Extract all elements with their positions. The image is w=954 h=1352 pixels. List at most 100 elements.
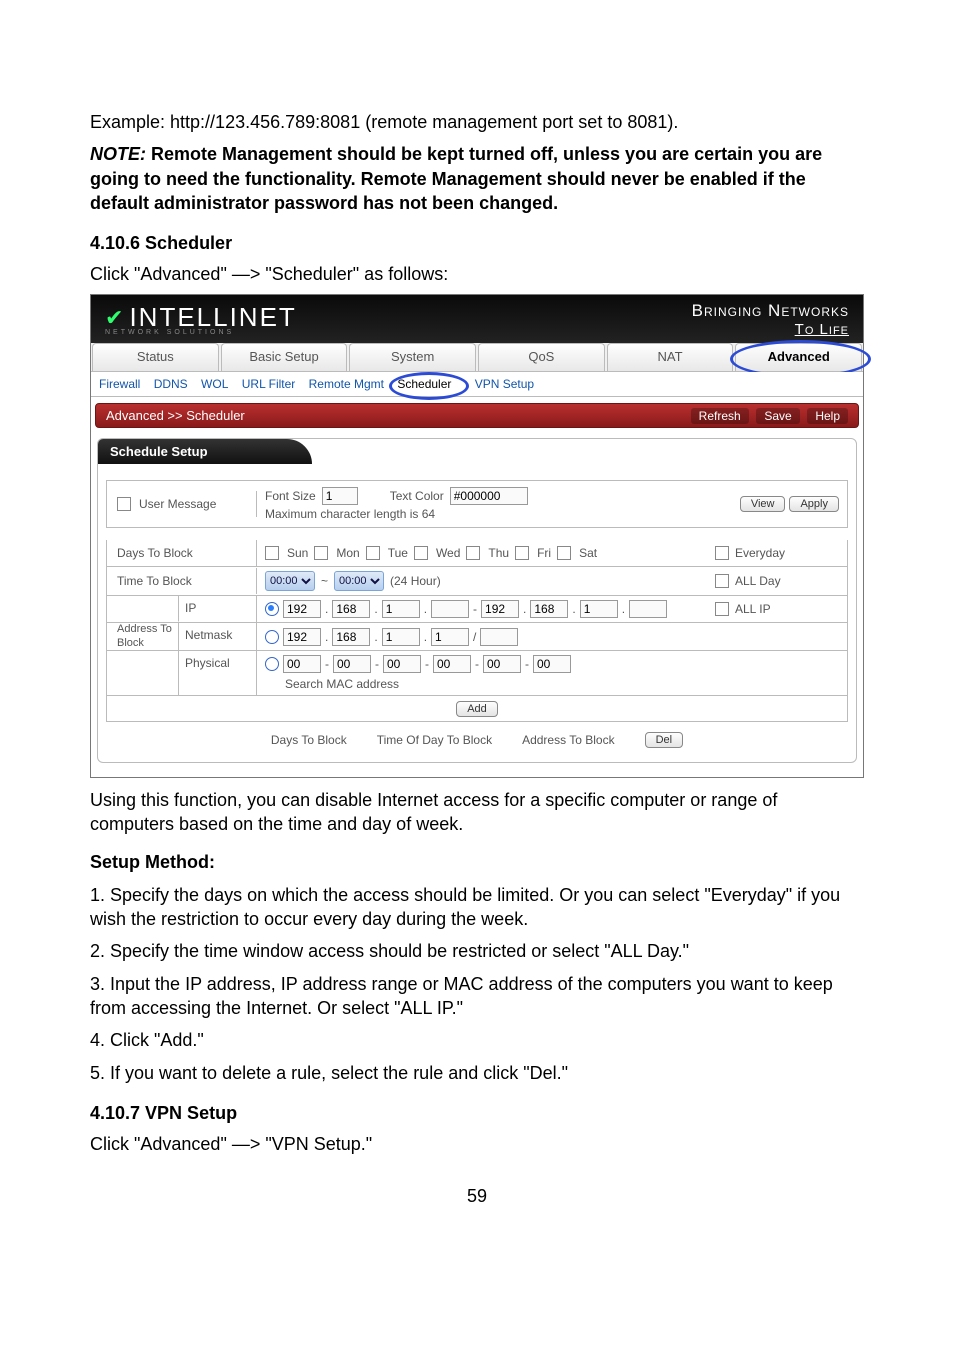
day-mon-cb[interactable]: [314, 546, 328, 560]
subnav-firewall[interactable]: Firewall: [99, 377, 140, 391]
subnav-remote-mgmt[interactable]: Remote Mgmt: [309, 377, 384, 391]
breadcrumb-bar: Advanced >> Scheduler Refresh Save Help: [95, 403, 859, 428]
subnav-vpn-setup[interactable]: VPN Setup: [475, 377, 534, 391]
example-line: Example: http://123.456.789:8081 (remote…: [90, 110, 864, 134]
tab-advanced[interactable]: Advanced: [735, 343, 862, 371]
col-time: Time Of Day To Block: [377, 733, 492, 747]
day-sun: Sun: [287, 546, 308, 560]
ip-b1[interactable]: [481, 600, 519, 618]
note-body: Remote Management should be kept turned …: [90, 144, 822, 213]
ip-b4[interactable]: [629, 600, 667, 618]
note-prefix: NOTE:: [90, 144, 146, 164]
note-line: NOTE: Remote Management should be kept t…: [90, 142, 864, 215]
ip-a2[interactable]: [332, 600, 370, 618]
step-5: 5. If you want to delete a rule, select …: [90, 1061, 864, 1085]
step-2: 2. Specify the time window access should…: [90, 939, 864, 963]
everyday-cb[interactable]: [715, 546, 729, 560]
day-wed-cb[interactable]: [414, 546, 428, 560]
day-thu: Thu: [488, 546, 509, 560]
col-address: Address To Block: [522, 733, 615, 747]
tab-system[interactable]: System: [349, 343, 476, 371]
day-mon: Mon: [336, 546, 359, 560]
ip-b3[interactable]: [580, 600, 618, 618]
tagline-bottom: To Life: [692, 321, 849, 338]
day-tue-cb[interactable]: [366, 546, 380, 560]
mac-3[interactable]: [383, 655, 421, 673]
view-button[interactable]: View: [740, 496, 786, 512]
mac-1[interactable]: [283, 655, 321, 673]
page-number: 59: [90, 1186, 864, 1207]
rule-list-header: Days To Block Time Of Day To Block Addre…: [106, 722, 848, 752]
time-from-select[interactable]: 00:00: [265, 571, 315, 591]
allip-label: ALL IP: [735, 602, 771, 616]
scheduler-heading: 4.10.6 Scheduler: [90, 233, 864, 254]
user-message-row: User Message Font Size Text Color Maximu…: [106, 480, 848, 528]
mac-5[interactable]: [483, 655, 521, 673]
day-tue: Tue: [388, 546, 408, 560]
help-button[interactable]: Help: [807, 408, 848, 424]
everyday-label: Everyday: [735, 546, 785, 560]
subnav-scheduler[interactable]: Scheduler: [397, 377, 461, 391]
netmask-radio[interactable]: [265, 630, 279, 644]
ip-a3[interactable]: [382, 600, 420, 618]
setup-method-heading: Setup Method:: [90, 850, 864, 874]
scheduler-lead: Click "Advanced" —> "Scheduler" as follo…: [90, 262, 864, 286]
tab-basic-setup[interactable]: Basic Setup: [221, 343, 348, 371]
day-sat-cb[interactable]: [557, 546, 571, 560]
ip-radio[interactable]: [265, 602, 279, 616]
del-button[interactable]: Del: [645, 732, 684, 748]
step-1: 1. Specify the days on which the access …: [90, 883, 864, 932]
add-button[interactable]: Add: [456, 701, 498, 717]
day-sat: Sat: [579, 546, 597, 560]
nm-2[interactable]: [332, 628, 370, 646]
subnav-ddns[interactable]: DDNS: [154, 377, 188, 391]
sub-nav: Firewall DDNS WOL URL Filter Remote Mgmt…: [91, 372, 863, 397]
ip-a1[interactable]: [283, 600, 321, 618]
shot-header: ✔ INTELLINET NETWORK SOLUTIONS Bringing …: [91, 295, 863, 343]
text-color-label: Text Color: [390, 489, 444, 503]
nm-3[interactable]: [382, 628, 420, 646]
user-message-label: User Message: [139, 497, 216, 511]
day-thu-cb[interactable]: [466, 546, 480, 560]
text-color-input[interactable]: [450, 487, 528, 505]
apply-button[interactable]: Apply: [789, 496, 839, 512]
allday-cb[interactable]: [715, 574, 729, 588]
nm-4[interactable]: [431, 628, 469, 646]
main-tabs: Status Basic Setup System QoS NAT Advanc…: [91, 343, 863, 372]
mac-6[interactable]: [533, 655, 571, 673]
panel-title: Schedule Setup: [98, 439, 312, 464]
tab-status[interactable]: Status: [92, 343, 219, 371]
mac-2[interactable]: [333, 655, 371, 673]
time-to-select[interactable]: 00:00: [334, 571, 384, 591]
user-message-checkbox[interactable]: [117, 497, 131, 511]
ip-label: IP: [179, 596, 257, 622]
ip-a4[interactable]: [431, 600, 469, 618]
tab-nat[interactable]: NAT: [607, 343, 734, 371]
subnav-url-filter[interactable]: URL Filter: [242, 377, 296, 391]
vpn-lead: Click "Advanced" —> "VPN Setup.": [90, 1132, 864, 1156]
search-mac-link[interactable]: Search MAC address: [285, 677, 399, 691]
step-3: 3. Input the IP address, IP address rang…: [90, 972, 864, 1021]
subnav-wol[interactable]: WOL: [201, 377, 228, 391]
time-hint: (24 Hour): [390, 574, 441, 588]
time-label: Time To Block: [107, 568, 257, 594]
add-row: Add: [106, 696, 848, 722]
tagline-top: Bringing Networks: [692, 301, 849, 320]
allip-cb[interactable]: [715, 602, 729, 616]
ip-b2[interactable]: [530, 600, 568, 618]
mac-4[interactable]: [433, 655, 471, 673]
allday-label: ALL Day: [735, 574, 781, 588]
nm-1[interactable]: [283, 628, 321, 646]
refresh-button[interactable]: Refresh: [691, 408, 749, 424]
day-fri-cb[interactable]: [515, 546, 529, 560]
address-group-label: Address To Block: [107, 623, 179, 649]
breadcrumb-actions: Refresh Save Help: [687, 408, 848, 423]
nm-mask[interactable]: [480, 628, 518, 646]
font-size-input[interactable]: [322, 487, 358, 505]
save-button[interactable]: Save: [756, 408, 799, 424]
time-row: Time To Block 00:00 ~ 00:00 (24 Hour) AL…: [106, 567, 848, 596]
physical-radio[interactable]: [265, 657, 279, 671]
step-4: 4. Click "Add.": [90, 1028, 864, 1052]
tab-qos[interactable]: QoS: [478, 343, 605, 371]
day-sun-cb[interactable]: [265, 546, 279, 560]
